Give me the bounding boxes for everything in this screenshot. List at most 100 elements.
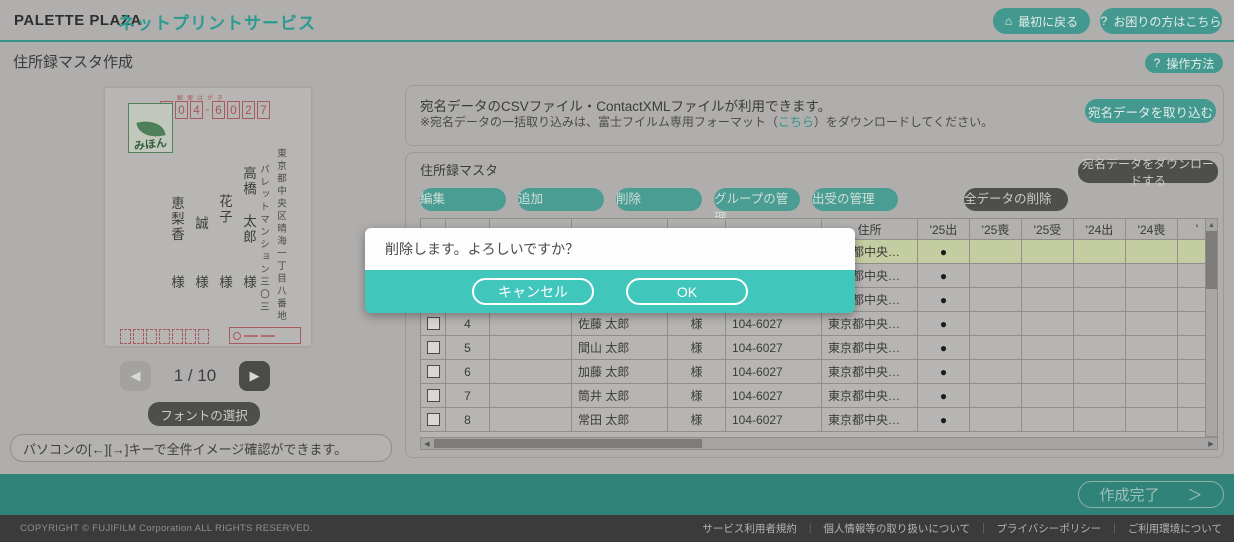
toolbar-button-追加[interactable]: 追加 bbox=[518, 188, 604, 211]
cell-no: 8 bbox=[446, 408, 490, 432]
table-row[interactable]: 4佐藤 太郎様104-6027東京都中央…● bbox=[420, 312, 1205, 336]
scroll-up-icon[interactable]: ▲ bbox=[1206, 219, 1217, 231]
row-checkbox[interactable] bbox=[427, 389, 440, 402]
recipient-name: 花子 bbox=[214, 194, 234, 225]
cell-y24_out bbox=[1074, 384, 1126, 408]
help-button[interactable]: ? お困りの方はこちら bbox=[1100, 8, 1222, 34]
cell-text: 佐藤 太郎 bbox=[578, 315, 629, 332]
table-row[interactable]: 8常田 太郎様104-6027東京都中央…● bbox=[420, 408, 1205, 432]
postal-digit-box: 0 bbox=[175, 101, 188, 119]
cell-text: 東京都中央… bbox=[828, 339, 900, 356]
sent-dot-icon: ● bbox=[940, 293, 947, 307]
toolbar-button-削除[interactable]: 削除 bbox=[616, 188, 702, 211]
table-row[interactable]: 7筒井 太郎様104-6027東京都中央…● bbox=[420, 384, 1205, 408]
complete-button[interactable]: 作成完了 ＞ bbox=[1078, 481, 1224, 508]
cell-check bbox=[420, 384, 446, 408]
recipient-column: 恵梨香様 bbox=[166, 166, 181, 288]
font-select-button[interactable]: フォントの選択 bbox=[148, 402, 260, 426]
vertical-scrollbar[interactable]: ▲ bbox=[1205, 218, 1218, 437]
toolbar-button-グループの管理[interactable]: グループの管理 bbox=[714, 188, 800, 211]
recipient-names: 高橋 太郎様花子様誠様恵梨香様 bbox=[153, 166, 253, 288]
scroll-right-icon[interactable]: ▶ bbox=[1205, 440, 1217, 448]
page-title: 住所録マスタ作成 bbox=[13, 51, 133, 72]
kochira-link[interactable]: こちら bbox=[778, 115, 814, 129]
table-row[interactable]: 6加藤 太郎様104-6027東京都中央…● bbox=[420, 360, 1205, 384]
cell-text: 104-6027 bbox=[732, 413, 783, 427]
recipient-honorific: 様 bbox=[166, 275, 186, 289]
cell-y24_out bbox=[1074, 312, 1126, 336]
cell-extra bbox=[1178, 240, 1205, 264]
cell-y25_in bbox=[1022, 384, 1074, 408]
address-book-title: 住所録マスタ bbox=[420, 160, 498, 179]
cell-text: 間山 太郎 bbox=[578, 339, 629, 356]
cell-text: 5 bbox=[464, 341, 471, 355]
column-header: '25出 bbox=[918, 218, 970, 240]
row-checkbox[interactable] bbox=[427, 317, 440, 330]
prev-page-button[interactable]: ◀ bbox=[120, 361, 151, 391]
cancel-button[interactable]: キャンセル bbox=[472, 278, 594, 305]
address-line: 東京都中央区晴海一丁目八番地 bbox=[273, 148, 287, 348]
cell-extra bbox=[1178, 264, 1205, 288]
cell-y25_out: ● bbox=[918, 264, 970, 288]
toolbar-button-出受の管理[interactable]: 出受の管理 bbox=[812, 188, 898, 211]
cell-group bbox=[490, 336, 572, 360]
howto-button[interactable]: ? 操作方法 bbox=[1145, 53, 1223, 73]
cell-text: 東京都中央… bbox=[828, 387, 900, 404]
scroll-left-icon[interactable]: ◀ bbox=[421, 440, 433, 448]
sent-dot-icon: ● bbox=[940, 245, 947, 259]
download-data-button[interactable]: 宛名データをダウンロードする bbox=[1078, 160, 1218, 183]
mihon-stamp-label: みほん bbox=[133, 137, 167, 153]
cell-honorific: 様 bbox=[668, 336, 726, 360]
footer-link[interactable]: プライバシーポリシー bbox=[997, 521, 1102, 536]
cell-text: 常田 太郎 bbox=[578, 411, 629, 428]
ok-button[interactable]: OK bbox=[626, 278, 748, 305]
chevron-right-icon: ＞ bbox=[1188, 484, 1203, 505]
import-data-button[interactable]: 宛名データを取り込む bbox=[1085, 99, 1216, 123]
cell-y25_in bbox=[1022, 336, 1074, 360]
footer-links: サービス利用者規約｜個人情報等の取り扱いについて｜プライバシーポリシー｜ご利用環… bbox=[702, 521, 1222, 536]
postcard-preview: 郵便はがき 104-6027 みほん 東京都中央区晴海一丁目八番地パレットマンシ… bbox=[105, 88, 311, 346]
cell-y24_mo bbox=[1126, 408, 1178, 432]
recipient-column: 誠様 bbox=[190, 166, 205, 288]
cell-group bbox=[490, 384, 572, 408]
cell-y25_mo bbox=[970, 360, 1022, 384]
cell-y24_out bbox=[1074, 336, 1126, 360]
footer-link[interactable]: サービス利用者規約 bbox=[702, 521, 797, 536]
horizontal-scrollbar[interactable]: ◀ ▶ bbox=[420, 437, 1218, 450]
footer-link[interactable]: 個人情報等の取り扱いについて bbox=[823, 521, 970, 536]
horizontal-scroll-thumb[interactable] bbox=[434, 439, 702, 448]
toolbar-button-編集[interactable]: 編集 bbox=[420, 188, 506, 211]
cell-text: 様 bbox=[690, 411, 702, 428]
cell-text: 東京都中央… bbox=[828, 315, 900, 332]
toolbar-button-全データの削除[interactable]: 全データの削除 bbox=[964, 188, 1068, 211]
cell-y24_mo bbox=[1126, 288, 1178, 312]
address-book-toolbar: 編集追加削除グループの管理出受の管理 全データの削除 bbox=[420, 188, 1068, 211]
row-checkbox[interactable] bbox=[427, 413, 440, 426]
column-header: '24出 bbox=[1074, 218, 1126, 240]
top-header-bar: PALETTE PLAZA ネットプリントサービス ⌂ 最初に戻る ? お困りの… bbox=[0, 0, 1234, 42]
postal-hyphen: - bbox=[205, 104, 210, 116]
cell-address: 東京都中央… bbox=[822, 336, 918, 360]
cell-extra bbox=[1178, 312, 1205, 336]
sender-postal-box bbox=[172, 329, 183, 344]
cell-y24_mo bbox=[1126, 336, 1178, 360]
cell-y25_out: ● bbox=[918, 312, 970, 336]
row-checkbox[interactable] bbox=[427, 365, 440, 378]
footer-link[interactable]: ご利用環境について bbox=[1128, 521, 1222, 536]
sender-postal-boxes bbox=[120, 329, 209, 344]
home-button[interactable]: ⌂ 最初に戻る bbox=[993, 8, 1090, 34]
row-checkbox[interactable] bbox=[427, 341, 440, 354]
cell-no: 5 bbox=[446, 336, 490, 360]
cell-postal: 104-6027 bbox=[726, 384, 822, 408]
dialog-message: 削除します。よろしいですか？ bbox=[365, 228, 855, 270]
cell-postal: 104-6027 bbox=[726, 360, 822, 384]
cell-text: 筒井 太郎 bbox=[578, 387, 629, 404]
next-page-button[interactable]: ▶ bbox=[239, 361, 270, 391]
import-info-line2: ※宛名データの一括取り込みは、富士フイルム専用フォーマット（こちら）をダウンロー… bbox=[420, 113, 993, 130]
cell-extra bbox=[1178, 408, 1205, 432]
left-arrow-icon: ◀ bbox=[131, 368, 141, 384]
table-row[interactable]: 5間山 太郎様104-6027東京都中央…● bbox=[420, 336, 1205, 360]
sent-dot-icon: ● bbox=[940, 365, 947, 379]
vertical-scroll-thumb[interactable] bbox=[1206, 231, 1217, 289]
home-button-label: 最初に戻る bbox=[1018, 13, 1078, 30]
